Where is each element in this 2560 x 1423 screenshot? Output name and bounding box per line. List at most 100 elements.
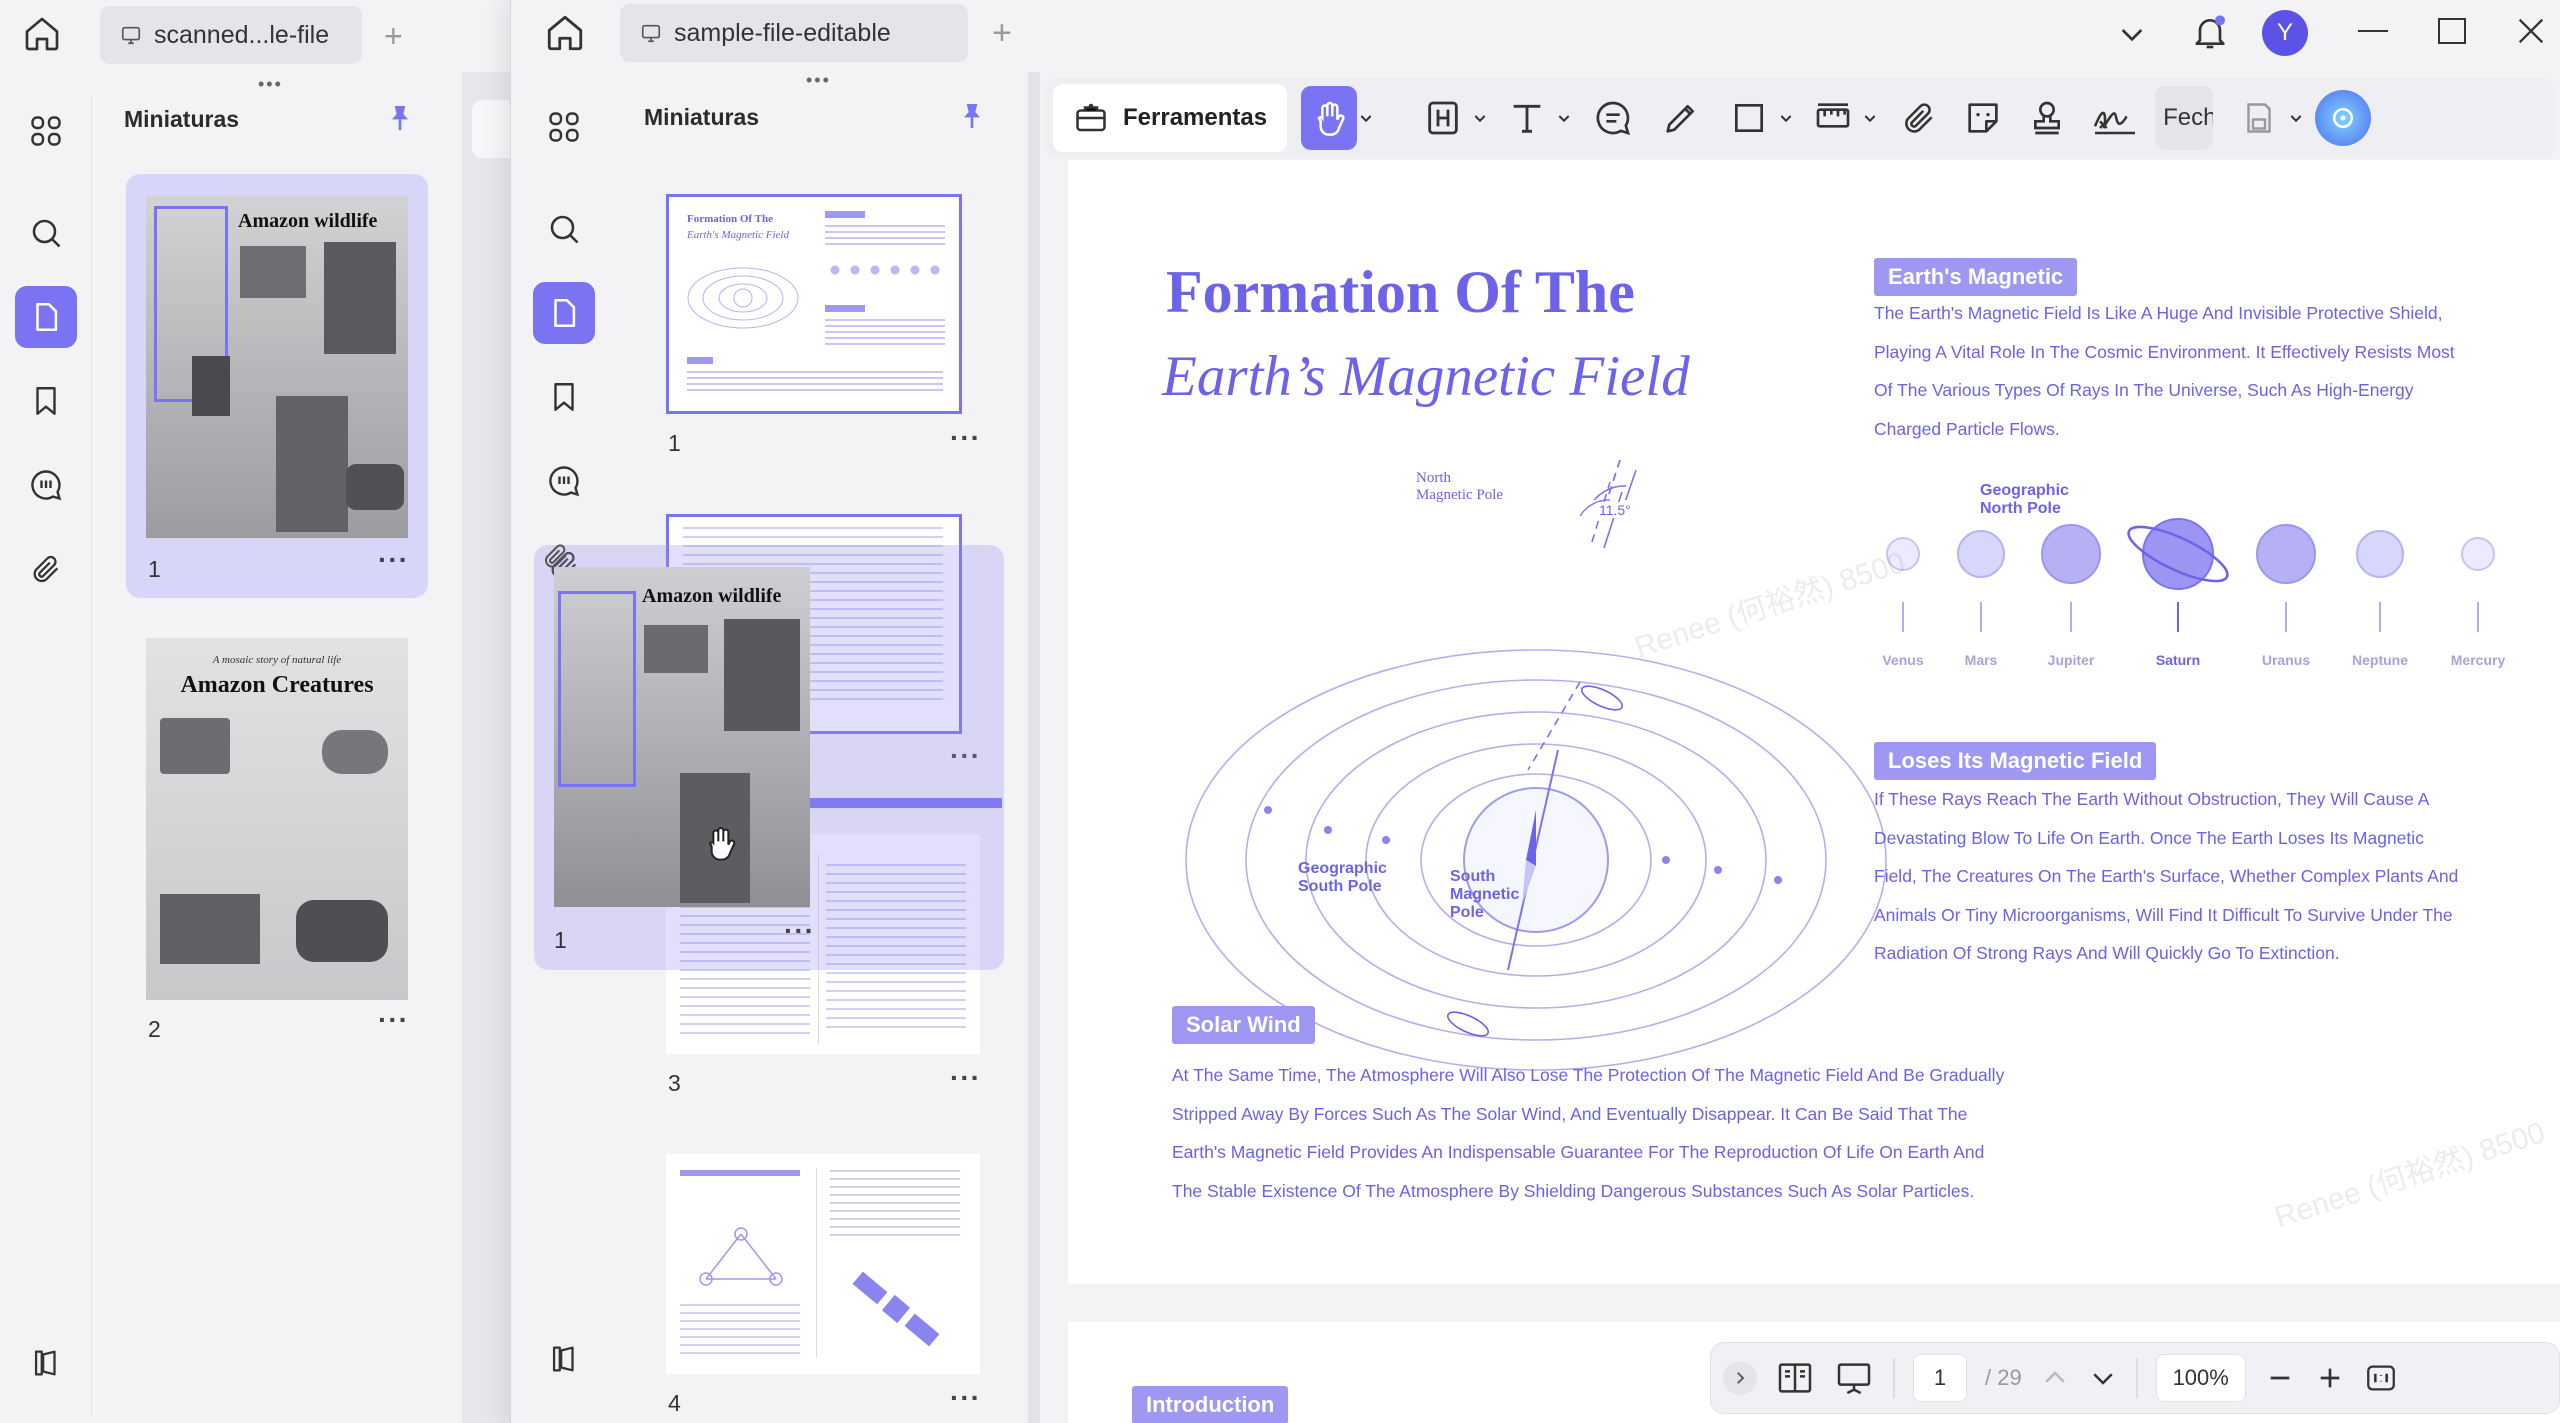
maximize-button[interactable] [2438,18,2466,44]
attach-tool-button[interactable] [1891,86,1947,150]
rail-comments-button[interactable] [533,450,595,512]
thumbnail-heading: Amazon wildlife [642,585,782,607]
planets-diagram [1886,518,2495,632]
previous-page-button[interactable] [2040,1363,2070,1393]
rail-pages-button[interactable] [14,286,77,348]
dragged-attachment-icon [541,541,571,571]
save-dropdown[interactable] [2287,86,2305,150]
thumbnail-more-button[interactable]: ··· [950,422,981,454]
rail-search-button[interactable] [533,198,595,260]
thumbnail-title: Formation Of The [687,213,773,225]
angle-value-label: 11.5° [1598,502,1632,518]
avatar[interactable]: Y [2262,10,2308,56]
drag-handle[interactable]: ••• [258,74,283,95]
home-button[interactable] [22,14,62,54]
rail-bookmark-button[interactable] [533,366,595,428]
rail-sidebar-toggle[interactable] [15,1332,77,1394]
chevron-down-icon [1780,115,1792,123]
page-layout-button[interactable] [1775,1358,1815,1398]
signature-tool-button[interactable] [2083,86,2147,150]
current-page-input[interactable]: 1 [1913,1354,1967,1402]
planet-label-mercury: Mercury [2450,652,2506,668]
rail-apps-button[interactable] [15,100,77,162]
close-tools-button[interactable]: Fech [2155,86,2214,150]
hand-tool-button[interactable] [1301,86,1358,150]
thumbnail-page-number: 3 [668,1070,681,1096]
actual-size-button[interactable] [2364,1361,2398,1395]
dragged-thumbnail[interactable]: Amazon wildlife 1 ··· [534,544,1004,970]
dragged-thumbnail-image: Amazon wildlife [554,567,810,907]
save-button[interactable] [2231,86,2287,150]
panel-divider[interactable] [1028,72,1040,1423]
notifications-button[interactable] [2190,12,2230,52]
expand-button[interactable] [1723,1361,1757,1395]
planet-label-uranus: Uranus [2261,652,2311,668]
text-dropdown[interactable] [1555,86,1573,150]
thumbnail-more-button[interactable]: ··· [950,1062,981,1094]
document-icon [121,26,141,45]
thumbnail-page-2[interactable]: Amazon Creatures A mosaic story of natur… [126,624,428,1048]
tools-button[interactable]: Ferramentas [1053,84,1288,152]
thumbnail-more-button[interactable]: ··· [950,1382,981,1414]
next-page-button[interactable] [2088,1363,2118,1393]
tabs-dropdown-button[interactable] [2116,18,2148,50]
drag-handle[interactable]: ••• [806,70,831,91]
stamp-tool-button[interactable] [2019,86,2075,150]
zoom-in-button[interactable] [2314,1362,2346,1394]
presentation-button[interactable] [1833,1358,1875,1398]
chevron-right-icon [1737,1372,1745,1384]
comment-tool-button[interactable] [1585,86,1641,150]
close-button[interactable] [2514,14,2548,48]
hand-tool-dropdown[interactable] [1357,86,1375,150]
panel-title: Miniaturas [644,104,760,130]
comment-icon [549,466,580,497]
zoom-level[interactable]: 100% [2155,1354,2246,1402]
bookmark-icon [554,383,574,411]
tab-sample-file-editable[interactable]: sample-file-editable [620,4,968,62]
rail-attachment-button[interactable] [15,538,77,600]
rail-search-button[interactable] [15,202,77,264]
thumbnail-page-number: 4 [668,1390,681,1416]
measure-tool-button[interactable] [1805,86,1861,150]
new-tab-button[interactable]: + [992,14,1012,53]
sticker-tool-button[interactable] [1955,86,2011,150]
new-tab-button[interactable]: + [384,18,403,55]
watermark: Renee (何裕然) 8500 [2270,1116,2550,1235]
rail-sidebar-toggle[interactable] [533,1328,595,1390]
home-button[interactable] [544,12,586,54]
minimize-button[interactable] [2358,30,2388,32]
measure-dropdown[interactable] [1861,86,1879,150]
thumbnail-more-button[interactable]: ··· [378,544,409,576]
highlight-tool-button[interactable] [1415,86,1471,150]
document-title: Formation Of The [1166,259,1635,325]
zoom-out-button[interactable] [2264,1362,2296,1394]
thumbnail-more-button[interactable]: ··· [378,1004,409,1036]
search-icon [32,219,60,248]
pin-button[interactable] [384,102,416,134]
rail-comments-button[interactable] [15,454,77,516]
rectangle-icon [1735,103,1764,133]
pin-button[interactable] [956,100,988,132]
text-icon [1513,104,1541,133]
ai-assistant-button[interactable] [2315,90,2372,146]
total-pages: / 29 [1985,1365,2022,1390]
shape-tool-button[interactable] [1721,86,1777,150]
shape-dropdown[interactable] [1777,86,1795,150]
thumbnail-heading: Amazon Creatures [180,672,374,698]
rail-pages-button[interactable] [533,282,595,344]
tab-scanned-file[interactable]: scanned...le-file [100,6,362,64]
thumbnail-page-1[interactable]: Amazon wildlife 1 ··· [126,174,428,598]
page-icon [35,302,57,332]
thumbnail-page-4[interactable] [666,1154,980,1374]
toolbox-icon [1076,103,1106,132]
pencil-tool-button[interactable] [1653,86,1709,150]
rail-apps-button[interactable] [533,96,595,158]
sidebar-icon [34,1350,56,1376]
sidebar-icon [552,1346,574,1372]
highlighter-icon [1428,101,1458,135]
rail-bookmark-button[interactable] [15,370,77,432]
thumbnail-page-1[interactable]: Formation Of The Earth's Magnetic Field [666,194,962,414]
highlight-dropdown[interactable] [1471,86,1489,150]
text-tool-button[interactable] [1499,86,1555,150]
thumbnail-more-button[interactable]: ··· [784,915,815,947]
